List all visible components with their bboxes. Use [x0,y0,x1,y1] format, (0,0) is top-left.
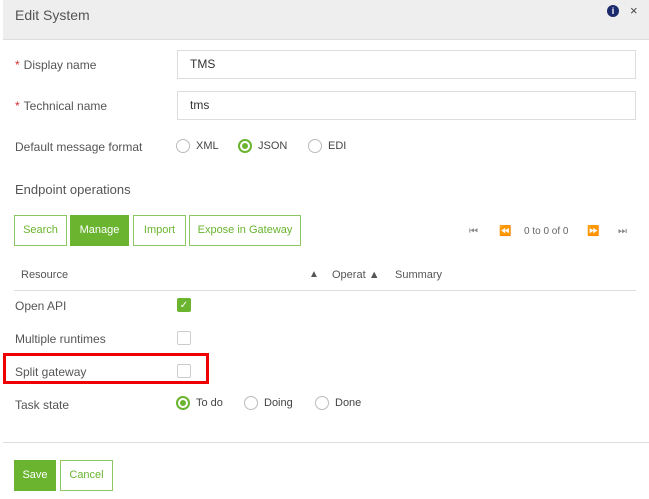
multiple-runtimes-checkbox[interactable] [177,331,191,345]
column-operation[interactable]: Operat ▲ [332,269,380,281]
cancel-button[interactable]: Cancel [60,460,113,491]
last-page-icon[interactable]: ⏭ [618,226,627,237]
import-button[interactable]: Import [133,215,186,246]
radio-todo[interactable]: To do [176,396,223,410]
paging-text: 0 to 0 of 0 [524,226,569,237]
split-gateway-label: Split gateway [15,365,87,379]
dialog-title: Edit System [15,7,90,23]
divider [14,290,636,291]
split-gateway-checkbox[interactable] [177,364,191,378]
info-circle-icon[interactable]: i [607,5,619,17]
column-resource[interactable]: Resource [21,269,68,281]
radio-doing[interactable]: Doing [244,396,293,410]
expose-gateway-button[interactable]: Expose in Gateway [189,215,301,246]
task-state-label: Task state [15,398,70,412]
prev-page-icon[interactable]: ⏪ [499,226,511,237]
open-api-checkbox[interactable]: ✓ [177,298,191,312]
format-label: Default message format [15,140,143,154]
column-summary[interactable]: Summary [395,269,442,281]
search-button[interactable]: Search [14,215,67,246]
sort-icon[interactable]: ▲ [309,269,319,280]
radio-xml[interactable]: XML [176,139,219,153]
technical-name-input[interactable]: tms [177,91,636,120]
first-page-icon[interactable]: ⏮ [469,226,478,237]
display-name-input[interactable]: TMS [177,50,636,79]
radio-done[interactable]: Done [315,396,361,410]
close-button[interactable]: × [630,3,638,18]
radio-edi[interactable]: EDI [308,139,346,153]
save-button[interactable]: Save [14,460,56,491]
manage-button[interactable]: Manage [70,215,129,246]
open-api-label: Open API [15,299,67,313]
next-page-icon[interactable]: ⏩ [587,226,599,237]
technical-name-label: * Technical name [15,99,108,113]
dialog-header: Edit System i × [3,0,649,40]
display-name-label: * Display name [15,58,97,72]
footer-divider [3,442,649,443]
multiple-runtimes-label: Multiple runtimes [15,332,106,346]
endpoint-title: Endpoint operations [15,182,131,197]
radio-json[interactable]: JSON [238,139,287,153]
